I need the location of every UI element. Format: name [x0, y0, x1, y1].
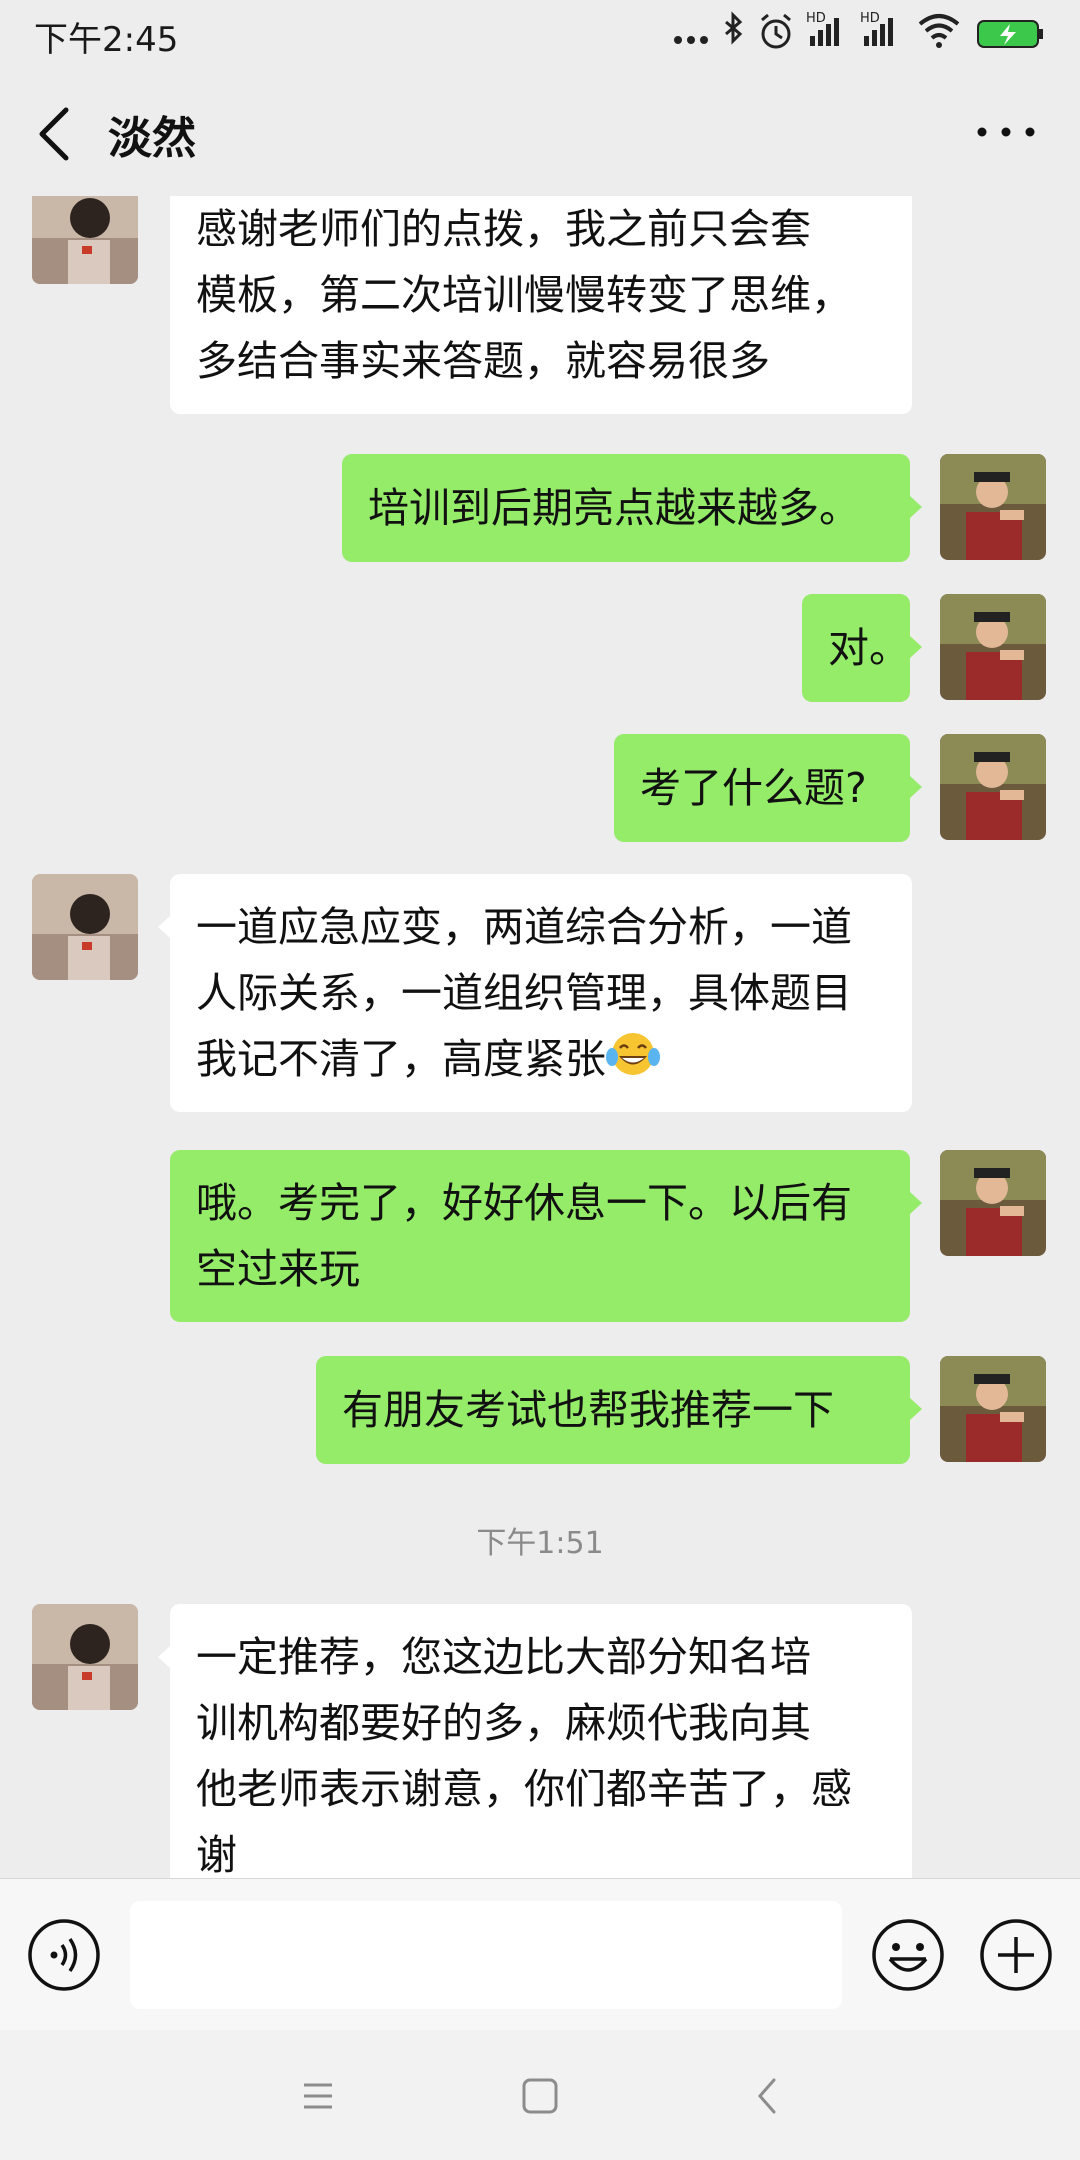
home-icon[interactable]	[512, 2068, 568, 2124]
battery-charging-icon	[977, 20, 1043, 48]
chat-message-list[interactable]: 感谢老师们的点拨，我之前只会套 模板，第二次培训慢慢转变了思维， 多结合事实来答…	[0, 196, 1080, 1878]
hd-label: HD	[806, 11, 826, 26]
message-bubble-outgoing[interactable]: 有朋友考试也帮我推荐一下	[316, 1356, 910, 1464]
message-bubble-outgoing[interactable]: 考了什么题?	[614, 734, 910, 842]
my-avatar[interactable]	[940, 1150, 1046, 1256]
message-line: 人际关系，一道组织管理，具体题目	[196, 969, 852, 1017]
contact-avatar[interactable]	[32, 874, 138, 980]
message-line: 有朋友考试也帮我推荐一下	[342, 1386, 834, 1434]
bubble-tail	[158, 916, 170, 938]
my-avatar[interactable]	[940, 734, 1046, 840]
contact-avatar[interactable]	[32, 1604, 138, 1710]
bubble-tail	[910, 1192, 922, 1214]
message-line: 感谢老师们的点拨，我之前只会套	[196, 205, 811, 253]
menu-icon[interactable]	[290, 2068, 346, 2124]
message-bubble-incoming[interactable]: 一道应急应变，两道综合分析，一道 人际关系，一道组织管理，具体题目 我记不清了，…	[170, 874, 912, 1112]
voice-icon[interactable]	[26, 1917, 102, 1993]
wifi-icon	[918, 14, 960, 48]
my-avatar[interactable]	[940, 1356, 1046, 1462]
input-bar	[0, 1878, 1080, 2031]
chat-title: 淡然	[108, 113, 196, 164]
message-line: 他老师表示谢意，你们都辛苦了，感	[196, 1765, 852, 1813]
bubble-tail	[910, 776, 922, 798]
more-options-icon[interactable]	[968, 102, 1044, 162]
message-line: 模板，第二次培训慢慢转变了思维，	[196, 271, 852, 319]
my-avatar[interactable]	[940, 594, 1046, 700]
my-avatar[interactable]	[940, 454, 1046, 560]
message-line: 培训到后期亮点越来越多。	[368, 484, 860, 532]
bubble-tail	[158, 1646, 170, 1668]
tears-of-joy-emoji	[606, 1033, 660, 1075]
message-line: 对。	[828, 624, 910, 672]
message-line: 我记不清了，高度紧张	[196, 1035, 606, 1083]
status-time: 下午2:45	[34, 20, 179, 60]
emoji-icon[interactable]	[870, 1917, 946, 1993]
message-line: 哦。考完了，好好休息一下。以后有	[196, 1179, 852, 1227]
bubble-tail	[910, 1398, 922, 1420]
alarm-icon	[761, 13, 791, 49]
message-bubble-outgoing[interactable]: 培训到后期亮点越来越多。	[342, 454, 910, 562]
back-chevron-icon[interactable]	[22, 92, 92, 172]
bubble-tail	[910, 496, 922, 518]
message-line: 考了什么题?	[640, 764, 867, 812]
bluetooth-icon	[725, 11, 743, 45]
message-timestamp: 下午1:51	[476, 1526, 604, 1561]
system-nav-bar	[0, 2030, 1080, 2160]
status-bar: 下午2:45 HD HD	[0, 0, 1080, 66]
plus-icon[interactable]	[978, 1917, 1054, 1993]
back-icon[interactable]	[740, 2068, 796, 2124]
message-line: 一定推荐，您这边比大部分知名培	[196, 1633, 811, 1681]
contact-avatar[interactable]	[32, 196, 138, 284]
message-input[interactable]	[130, 1901, 842, 2009]
message-line: 一道应急应变，两道综合分析，一道	[196, 903, 852, 951]
chat-header: 淡然	[0, 66, 1080, 196]
hd-label: HD	[860, 11, 880, 26]
message-line: 谢	[196, 1831, 237, 1878]
message-line: 空过来玩	[196, 1245, 360, 1293]
message-bubble-incoming[interactable]: 感谢老师们的点拨，我之前只会套 模板，第二次培训慢慢转变了思维， 多结合事实来答…	[170, 196, 912, 414]
message-line: 多结合事实来答题，就容易很多	[196, 337, 770, 385]
hd-signal-icon: HD	[860, 11, 893, 46]
message-line: 训机构都要好的多，麻烦代我向其	[196, 1699, 811, 1747]
more-dots-icon	[674, 36, 708, 44]
message-bubble-outgoing[interactable]: 对。	[802, 594, 910, 702]
message-bubble-incoming[interactable]: 一定推荐，您这边比大部分知名培 训机构都要好的多，麻烦代我向其 他老师表示谢意，…	[170, 1604, 912, 1878]
message-bubble-outgoing[interactable]: 哦。考完了，好好休息一下。以后有 空过来玩	[170, 1150, 910, 1322]
bubble-tail	[910, 636, 922, 658]
hd-signal-icon: HD	[806, 11, 839, 46]
